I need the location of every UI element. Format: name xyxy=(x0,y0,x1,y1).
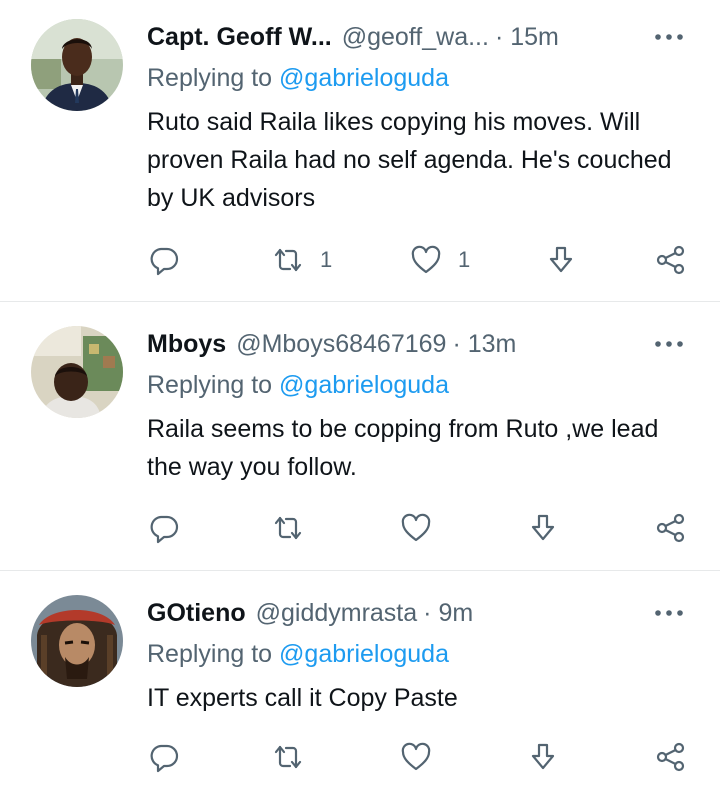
tweet-header: Capt. Geoff W... @geoff_wa... · 15m xyxy=(147,20,625,54)
download-icon xyxy=(549,246,573,273)
reply-icon xyxy=(150,247,179,276)
like-button[interactable]: 1 xyxy=(410,242,470,278)
mention-link[interactable]: @gabrieloguda xyxy=(279,640,449,668)
action-bar xyxy=(0,739,720,775)
share-button[interactable] xyxy=(655,739,687,775)
avatar[interactable] xyxy=(31,19,123,111)
heart-icon xyxy=(401,742,431,771)
action-bar: 1 1 xyxy=(0,242,720,278)
tweet-text: Raila seems to be copping from Ruto ,we … xyxy=(147,415,659,481)
mention-link[interactable]: @gabrieloguda xyxy=(279,371,449,399)
download-icon xyxy=(531,743,555,770)
replying-prefix: Replying to xyxy=(147,371,280,399)
user-handle[interactable]: @giddymrasta xyxy=(256,599,418,628)
reply-icon xyxy=(150,744,179,773)
retweet-button[interactable] xyxy=(272,510,320,546)
retweet-button[interactable] xyxy=(272,739,320,775)
like-count: 1 xyxy=(458,247,471,272)
download-button[interactable] xyxy=(527,739,559,775)
share-icon xyxy=(656,742,685,772)
mention-link[interactable]: @gabrieloguda xyxy=(279,64,449,92)
retweet-icon xyxy=(274,516,302,540)
tweet-text: IT experts call it Copy Paste xyxy=(147,684,458,712)
action-bar xyxy=(0,510,720,546)
retweet-count: 1 xyxy=(320,247,333,272)
heart-icon xyxy=(401,513,431,542)
more-icon[interactable] xyxy=(654,598,684,628)
avatar[interactable] xyxy=(31,595,123,687)
replying-prefix: Replying to xyxy=(147,640,280,668)
display-name[interactable]: Mboys xyxy=(147,330,226,359)
retweet-button[interactable]: 1 xyxy=(272,242,332,278)
share-button[interactable] xyxy=(655,510,687,546)
display-name[interactable]: Capt. Geoff W... xyxy=(147,23,332,52)
retweet-icon xyxy=(274,745,302,769)
more-icon[interactable] xyxy=(654,22,684,52)
display-name[interactable]: GOtieno xyxy=(147,599,246,628)
share-button[interactable] xyxy=(655,242,687,278)
replying-prefix: Replying to xyxy=(147,64,280,92)
more-icon[interactable] xyxy=(654,329,684,359)
tweet[interactable]: Mboys @Mboys68467169 · 13m Replying to @… xyxy=(0,302,720,571)
replying-to: Replying to @gabrieloguda xyxy=(147,640,449,669)
share-icon xyxy=(656,513,685,543)
replying-to: Replying to @gabrieloguda xyxy=(147,64,449,93)
tweet[interactable]: GOtieno @giddymrasta · 9m Replying to @g… xyxy=(0,571,720,787)
reply-button[interactable] xyxy=(148,510,180,546)
heart-icon xyxy=(411,245,441,274)
user-handle[interactable]: @Mboys68467169 xyxy=(236,330,446,359)
tweet-text: Ruto said Raila likes copying his moves.… xyxy=(147,108,672,212)
timestamp[interactable]: · 9m xyxy=(423,599,473,628)
reply-button[interactable] xyxy=(148,739,180,775)
share-icon xyxy=(656,245,685,275)
timestamp[interactable]: · 13m xyxy=(452,330,516,359)
like-button[interactable] xyxy=(400,739,448,775)
download-button[interactable] xyxy=(527,510,559,546)
tweet-header: GOtieno @giddymrasta · 9m xyxy=(147,596,625,630)
tweet-header: Mboys @Mboys68467169 · 13m xyxy=(147,327,625,361)
avatar[interactable] xyxy=(31,326,123,418)
reply-icon xyxy=(150,515,179,544)
retweet-icon xyxy=(274,248,302,272)
download-button[interactable] xyxy=(545,242,577,278)
replying-to: Replying to @gabrieloguda xyxy=(147,371,449,400)
timestamp[interactable]: · 15m xyxy=(495,23,559,52)
user-handle[interactable]: @geoff_wa... xyxy=(342,23,489,52)
reply-button[interactable] xyxy=(148,242,180,278)
like-button[interactable] xyxy=(400,510,448,546)
tweet[interactable]: Capt. Geoff W... @geoff_wa... · 15m Repl… xyxy=(0,0,720,302)
download-icon xyxy=(531,514,555,541)
